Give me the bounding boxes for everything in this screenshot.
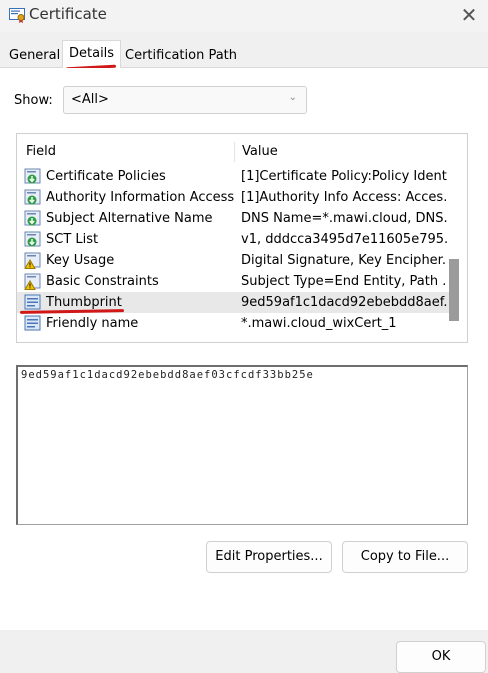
certificate-extension-icon — [24, 168, 41, 184]
tab-certification-path[interactable]: Certification Path — [119, 44, 243, 68]
list-item[interactable]: Subject Alternative Name DNS Name=*.mawi… — [17, 208, 451, 229]
field-name: Basic Constraints — [46, 274, 159, 289]
field-name: Friendly name — [46, 316, 139, 331]
field-name: Subject Alternative Name — [46, 211, 213, 226]
field-value: [1]Authority Info Access: Acces... — [241, 190, 447, 205]
ok-button[interactable]: OK — [396, 641, 486, 673]
field-value-textbox[interactable]: 9ed59af1c1dacd92ebebdd8aef03cfcdf33bb25e — [16, 365, 468, 525]
certificate-extension-icon — [24, 210, 41, 226]
list-scrollbar-thumb[interactable] — [449, 259, 459, 321]
list-header: Field Value — [17, 142, 467, 162]
field-name: Thumbprint — [46, 295, 122, 310]
window-title: Certificate — [29, 5, 107, 23]
close-button[interactable]: ✕ — [456, 3, 482, 29]
title-bar: Certificate ✕ — [0, 0, 488, 32]
field-name: Certificate Policies — [46, 169, 166, 184]
show-dropdown-value: <All> — [71, 92, 109, 107]
column-header-value[interactable]: Value — [242, 144, 278, 159]
certificate-extension-icon — [24, 231, 41, 247]
field-value: Digital Signature, Key Encipher... — [241, 253, 447, 268]
list-item[interactable]: SCT List v1, dddcca3495d7e11605e795... — [17, 229, 451, 250]
field-value: 9ed59af1c1dacd92ebebdd8aef... — [241, 295, 447, 310]
list-item[interactable]: Authority Information Access [1]Authorit… — [17, 187, 451, 208]
field-name: SCT List — [46, 232, 99, 247]
field-value: v1, dddcca3495d7e11605e795... — [241, 232, 447, 247]
thumbprint-value-text[interactable]: 9ed59af1c1dacd92ebebdd8aef03cfcdf33bb25e — [21, 369, 314, 381]
field-name: Key Usage — [46, 253, 115, 268]
list-item[interactable]: Key Usage Digital Signature, Key Enciphe… — [17, 250, 451, 271]
critical-extension-warning-icon — [24, 252, 41, 269]
certificate-icon — [9, 8, 25, 23]
field-value: *.mawi.cloud_wixCert_1 — [241, 316, 397, 331]
column-header-field[interactable]: Field — [26, 144, 56, 159]
copy-to-file-button[interactable]: Copy to File... — [342, 541, 468, 573]
field-value: [1]Certificate Policy:Policy Ident... — [241, 169, 447, 184]
column-divider[interactable] — [234, 142, 235, 162]
list-item[interactable]: Certificate Policies [1]Certificate Poli… — [17, 166, 451, 187]
field-name: Authority Information Access — [46, 190, 235, 205]
list-item[interactable]: Basic Constraints Subject Type=End Entit… — [17, 271, 451, 292]
tab-general[interactable]: General — [3, 44, 66, 68]
critical-extension-warning-icon — [24, 273, 41, 290]
field-value: Subject Type=End Entity, Path ... — [241, 274, 447, 289]
property-icon — [24, 315, 41, 331]
close-icon: ✕ — [460, 3, 478, 27]
show-dropdown[interactable]: <All> ⌄ — [63, 86, 307, 114]
edit-properties-button[interactable]: Edit Properties... — [206, 541, 332, 573]
chevron-down-icon: ⌄ — [288, 92, 297, 103]
show-label: Show: — [14, 93, 53, 108]
list-item[interactable]: Friendly name *.mawi.cloud_wixCert_1 — [17, 313, 451, 334]
field-value: DNS Name=*.mawi.cloud, DNS... — [241, 211, 447, 226]
property-icon — [24, 294, 41, 310]
certificate-extension-icon — [24, 189, 41, 205]
